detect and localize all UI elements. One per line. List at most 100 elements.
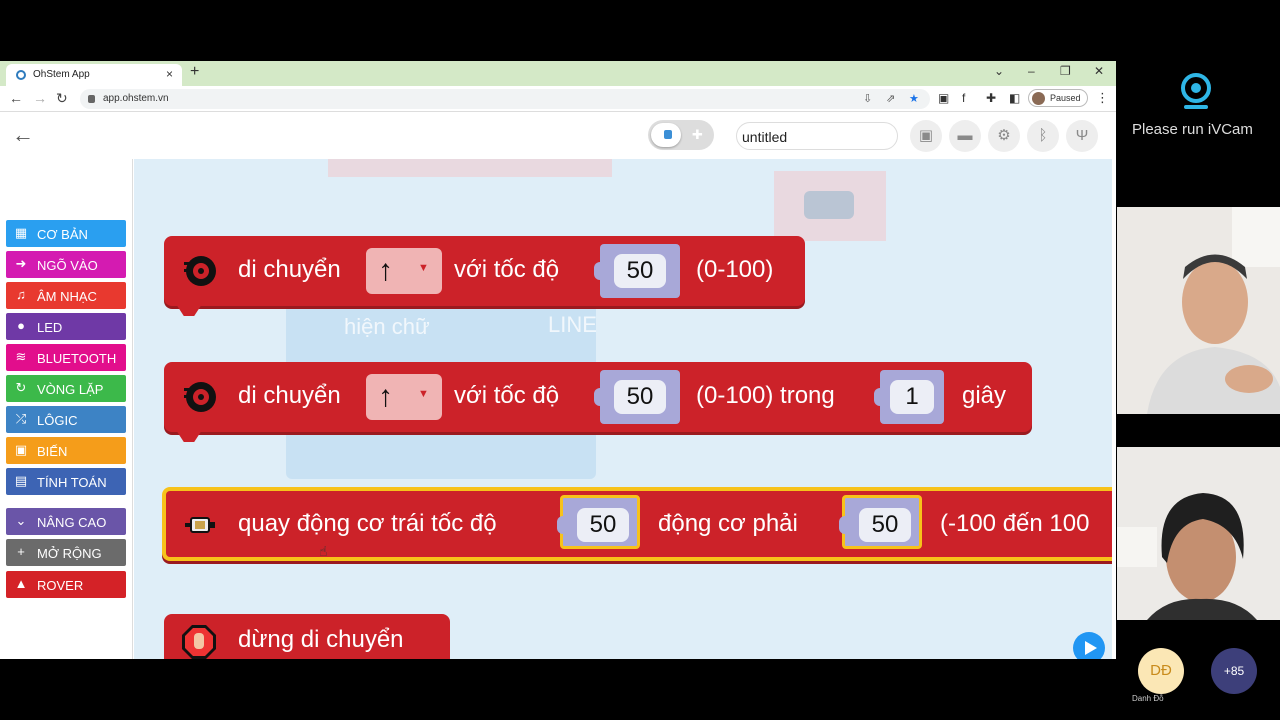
loop-icon: ↻ bbox=[15, 380, 27, 395]
reload-icon[interactable]: ↻ bbox=[56, 90, 68, 107]
app-header: ← ✚ untitled ▣ ▬ ⚙ ᛒ Ψ bbox=[0, 113, 1116, 159]
motors-block[interactable]: quay động cơ trái tốc độ 50 động cơ phải… bbox=[162, 487, 1112, 561]
category-vòng-lặp[interactable]: ↻ VÒNG LẶP bbox=[6, 375, 126, 402]
new-tab-button[interactable]: + bbox=[190, 63, 199, 81]
category-label: ÂM NHẠC bbox=[37, 289, 97, 304]
category-âm-nhạc[interactable]: ♫ ÂM NHẠC bbox=[6, 282, 126, 309]
category-label: MỞ RỘNG bbox=[37, 546, 102, 561]
address-bar-row: ← → ↻ app.ohstem.vn ⇩ ⇗ ★ ▣ f ✚ ◧ Paused… bbox=[0, 86, 1116, 112]
category-nâng-cao[interactable]: ⌄ NÂNG CAO bbox=[6, 508, 126, 535]
close-tab-icon[interactable]: × bbox=[166, 67, 173, 81]
back-nav-icon[interactable]: ← bbox=[9, 90, 23, 106]
right-motor-label: động cơ phải bbox=[658, 510, 798, 537]
profile-avatar bbox=[1032, 92, 1045, 105]
participant-name: Danh Đỗ bbox=[1132, 694, 1164, 703]
music-icon: ♫ bbox=[16, 287, 26, 302]
speed-label: với tốc độ bbox=[454, 382, 560, 409]
right-speed-value[interactable]: 50 bbox=[859, 508, 911, 542]
category-label: NGÕ VÀO bbox=[37, 258, 98, 273]
tab-bar: OhStem App × + ⌄ – ❐ ✕ bbox=[0, 61, 1116, 86]
sidepanel-icon[interactable]: ◧ bbox=[1009, 91, 1020, 105]
direction-dropdown[interactable]: ↑ ▼ bbox=[366, 248, 442, 294]
caret-down-icon: ▼ bbox=[418, 262, 429, 274]
menu-kebab-icon[interactable]: ⋮ bbox=[1096, 90, 1109, 106]
category-cơ-bản[interactable]: ▦ CƠ BẢN bbox=[6, 220, 126, 247]
direction-dropdown[interactable]: ↑ ▼ bbox=[366, 374, 442, 420]
tab-search-icon[interactable]: ⌄ bbox=[994, 64, 1004, 78]
ghost-slot bbox=[804, 191, 854, 219]
ghost-block bbox=[328, 159, 612, 177]
input-icon: ➜ bbox=[15, 256, 27, 271]
settings-gear-icon[interactable]: ⚙ bbox=[988, 120, 1020, 152]
category-lôgic[interactable]: ⤮ LÔGIC bbox=[6, 406, 126, 433]
category-ngõ-vào[interactable]: ➜ NGÕ VÀO bbox=[6, 251, 126, 278]
category-led[interactable]: ● LED bbox=[6, 313, 126, 340]
filename-input[interactable]: untitled bbox=[736, 122, 898, 150]
range-label: (0-100) bbox=[696, 256, 774, 283]
category-biến[interactable]: ▣ BIẾN bbox=[6, 437, 126, 464]
speed-value[interactable]: 50 bbox=[614, 254, 666, 288]
chevron-down-icon: ⌄ bbox=[15, 513, 27, 528]
ohstem-favicon-icon bbox=[16, 70, 26, 80]
puzzle-icon[interactable]: ✚ bbox=[986, 91, 996, 105]
wheel-icon bbox=[182, 378, 220, 416]
extension-icon[interactable]: ▣ bbox=[938, 91, 949, 105]
speed-input[interactable]: 50 bbox=[594, 370, 680, 424]
motors-label: quay động cơ trái tốc độ bbox=[238, 510, 497, 537]
url-text: app.ohstem.vn bbox=[103, 93, 169, 104]
category-label: TÍNH TOÁN bbox=[37, 475, 107, 490]
install-icon[interactable]: ⇩ bbox=[863, 92, 872, 105]
category-bluetooth[interactable]: ≋ BLUETOOTH bbox=[6, 344, 126, 371]
bookmark-star-icon[interactable]: ★ bbox=[909, 92, 919, 105]
lock-icon bbox=[88, 95, 95, 103]
profile-status: Paused bbox=[1050, 93, 1081, 103]
move-label: di chuyển bbox=[238, 256, 341, 283]
road-icon: ▲ bbox=[14, 576, 28, 591]
bluetooth-button[interactable]: ᛒ bbox=[1027, 120, 1059, 152]
mode-toggle[interactable]: ✚ bbox=[648, 120, 714, 150]
wifi-icon: ≋ bbox=[15, 349, 27, 364]
left-speed-value[interactable]: 50 bbox=[577, 508, 629, 542]
more-participants-badge[interactable]: +85 bbox=[1211, 648, 1257, 694]
share-icon[interactable]: ⇗ bbox=[886, 92, 895, 105]
speed-value[interactable]: 50 bbox=[614, 380, 666, 414]
category-label: CƠ BẢN bbox=[37, 227, 88, 242]
move-timed-block[interactable]: di chuyển ↑ ▼ với tốc độ 50 (0-100) tron… bbox=[164, 362, 1032, 442]
range-time-label: (0-100) trong bbox=[696, 382, 835, 409]
category-label: NÂNG CAO bbox=[37, 515, 107, 530]
save-button[interactable]: ▣ bbox=[910, 120, 942, 152]
calculator-icon: ▤ bbox=[14, 473, 28, 488]
minimize-button[interactable]: – bbox=[1028, 64, 1035, 78]
profile-button[interactable]: Paused bbox=[1028, 89, 1088, 107]
back-arrow-icon[interactable]: ← bbox=[12, 122, 34, 148]
arrow-up-icon: ↑ bbox=[378, 380, 393, 413]
category-rover[interactable]: ▲ ROVER bbox=[6, 571, 126, 598]
category-label: BLUETOOTH bbox=[37, 351, 117, 366]
url-input[interactable]: app.ohstem.vn ⇩ ⇗ ★ bbox=[80, 89, 930, 109]
facebook-extension-icon[interactable]: f bbox=[962, 91, 965, 105]
run-button[interactable] bbox=[1073, 632, 1105, 659]
move-block[interactable]: di chuyển ↑ ▼ với tốc độ 50 (0-100) bbox=[164, 236, 805, 316]
browser-tab[interactable]: OhStem App × bbox=[6, 64, 182, 86]
usb-button[interactable]: Ψ bbox=[1066, 120, 1098, 152]
close-window-button[interactable]: ✕ bbox=[1094, 64, 1104, 78]
tab-title: OhStem App bbox=[33, 69, 90, 80]
restore-button[interactable]: ❐ bbox=[1060, 64, 1071, 78]
category-tính-toán[interactable]: ▤ TÍNH TOÁN bbox=[6, 468, 126, 495]
range-label: (-100 đến 100 bbox=[940, 510, 1090, 537]
left-speed-input[interactable]: 50 bbox=[557, 495, 640, 549]
time-value[interactable]: 1 bbox=[890, 380, 934, 414]
speed-input[interactable]: 50 bbox=[594, 244, 680, 298]
category-mở-rộng[interactable]: + MỞ RỘNG bbox=[6, 539, 126, 566]
ivcam-message: Please run iVCam bbox=[1132, 121, 1253, 138]
category-label: BIẾN bbox=[37, 444, 68, 459]
time-input[interactable]: 1 bbox=[874, 370, 944, 424]
stop-block[interactable]: dừng di chuyển bbox=[164, 614, 450, 659]
right-speed-input[interactable]: 50 bbox=[839, 495, 922, 549]
forward-nav-icon[interactable]: → bbox=[33, 90, 47, 106]
unit-label: giây bbox=[962, 382, 1007, 409]
block-workspace[interactable]: hiện chữ LINE di chuyển ↑ ▼ với tốc độ 5… bbox=[134, 159, 1112, 659]
participant-avatar[interactable]: DĐ bbox=[1138, 648, 1184, 694]
category-label: VÒNG LẶP bbox=[37, 382, 104, 397]
open-folder-button[interactable]: ▬ bbox=[949, 120, 981, 152]
